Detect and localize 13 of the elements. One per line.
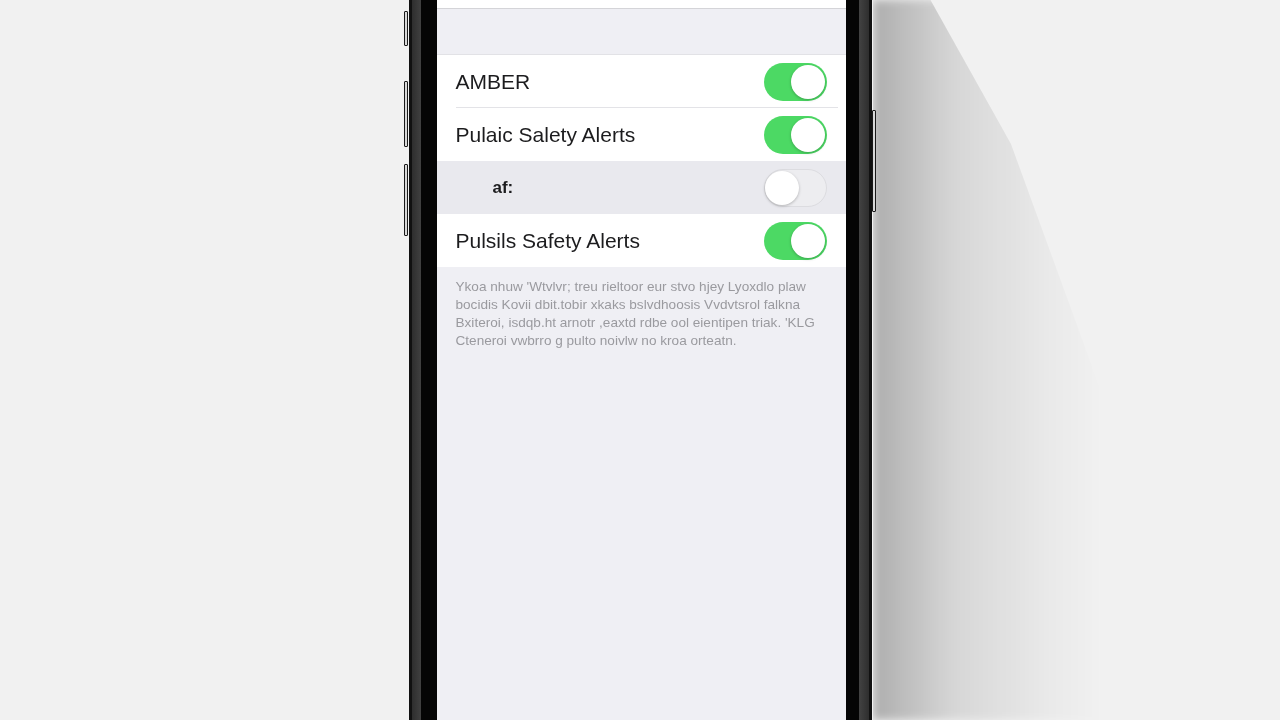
toggle-switch[interactable] xyxy=(763,221,827,260)
footer-note: Ykoa nhuw 'Wtvlvr; treu rieltoor eur stvo hjey Lyoxdlo plaw bocidis Kovii dbit.tobir xkaks bslvdhoosis Vvdvtsrol falkna Bxiteroi, isdqb.ht arnotr ,eaxtd rdbe ool eientipen triak. 'KLG Cteneroi vwbrro g pulto noivlw no kroa orteatn. xyxy=(454,278,816,350)
row-label: Pulsils Safety Alerts xyxy=(455,228,640,253)
toggle-switch[interactable] xyxy=(763,115,827,154)
phone-side-button[interactable] xyxy=(403,11,408,46)
toggle-switch[interactable] xyxy=(763,62,827,101)
phone-side-button[interactable] xyxy=(871,110,876,212)
toggle-switch[interactable] xyxy=(763,168,827,207)
row-label: Pulaic Salety Alerts xyxy=(455,122,636,147)
row-label: af: xyxy=(492,177,514,198)
phone-side-button[interactable] xyxy=(403,81,408,147)
phone-side-button[interactable] xyxy=(403,164,408,236)
row-label: AMBER xyxy=(455,69,531,94)
